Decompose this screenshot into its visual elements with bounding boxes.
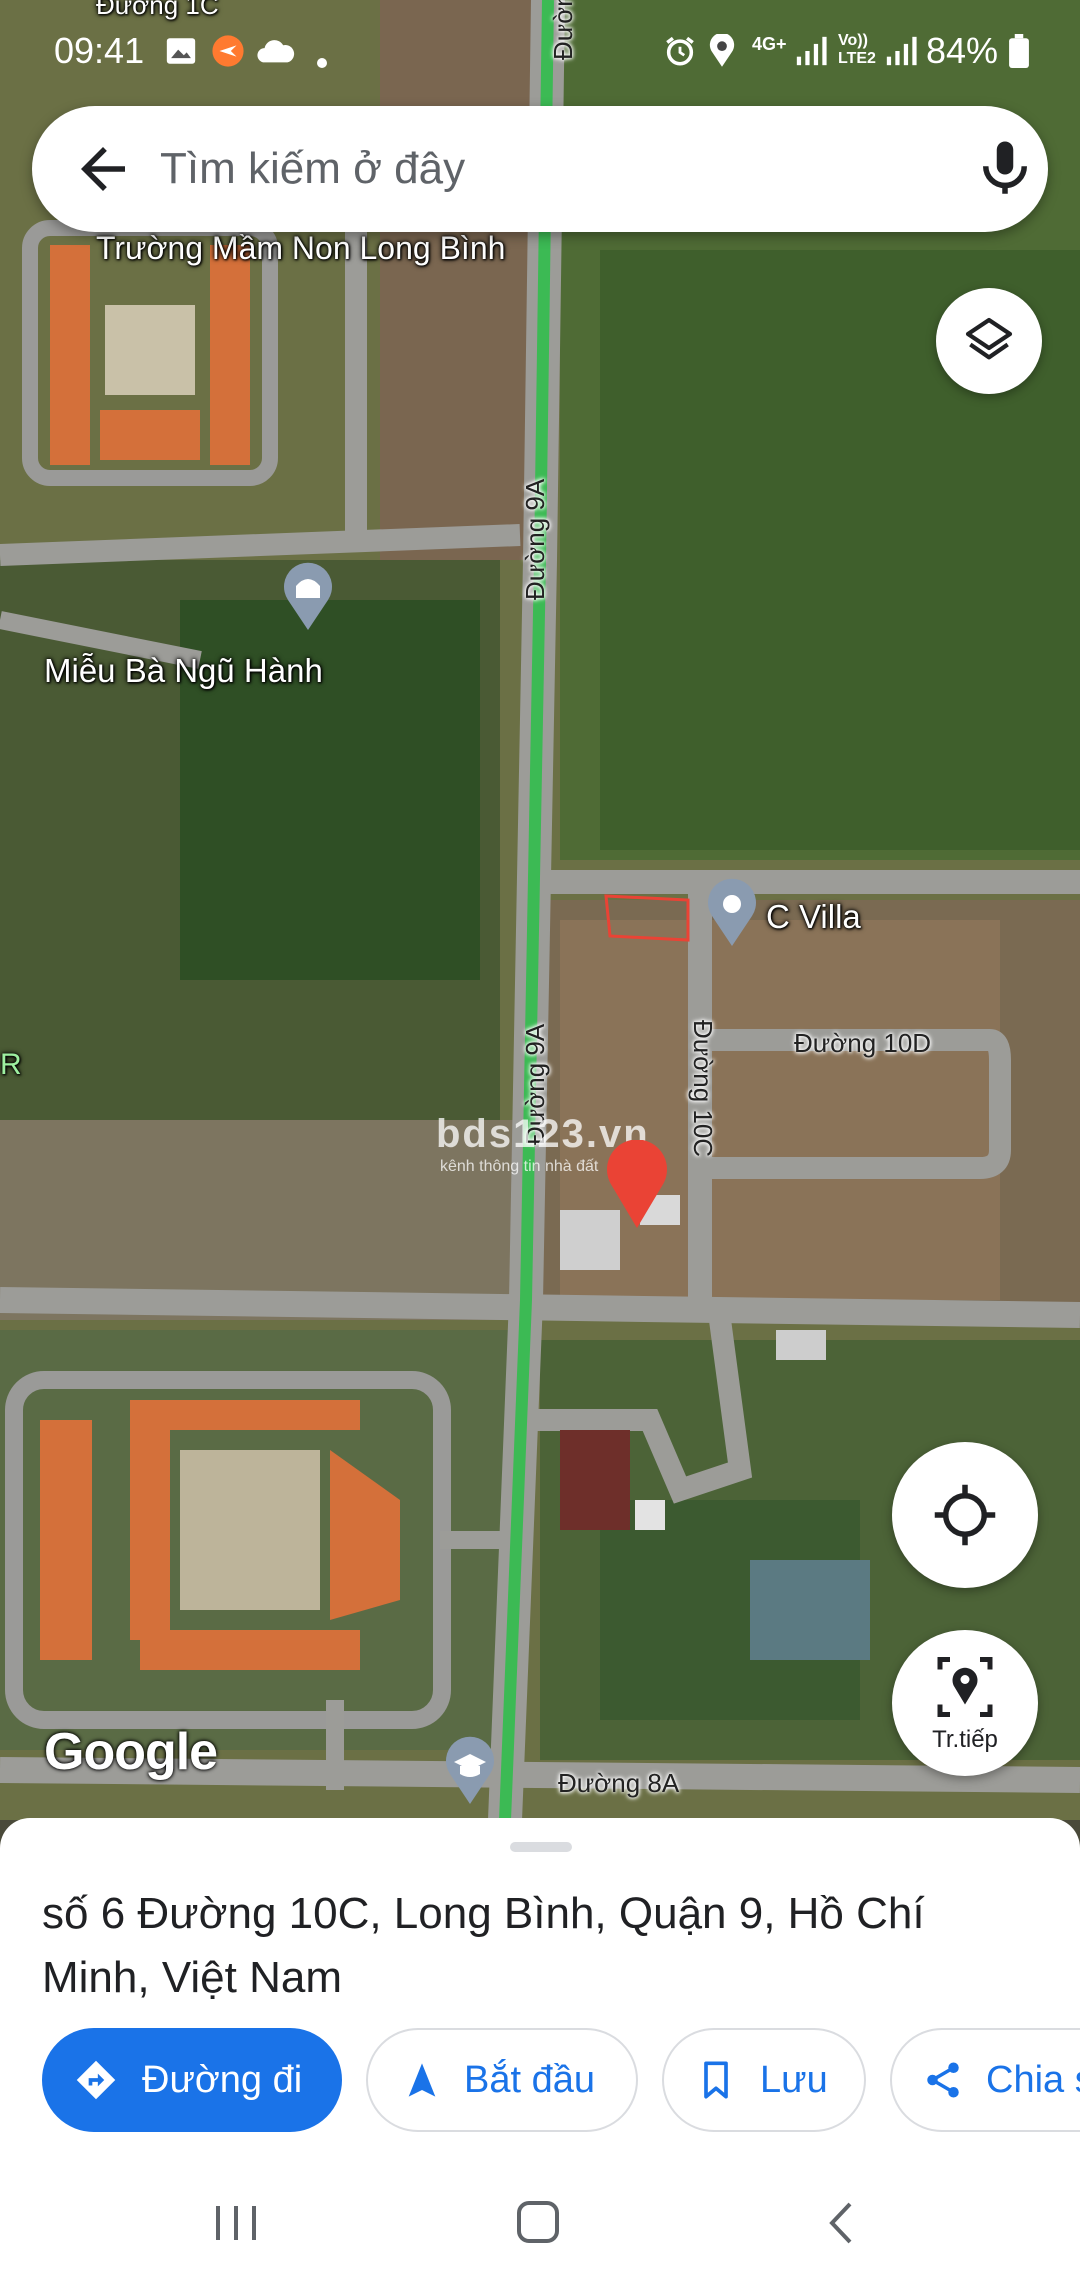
airline-app-icon xyxy=(212,35,244,67)
status-time: 09:41 xyxy=(54,30,145,71)
status-bar: 09:41 4G+ Vo)) LTE2 84% xyxy=(0,0,1080,100)
gallery-icon xyxy=(166,38,196,64)
share-label: Chia sẻ xyxy=(986,2058,1080,2101)
directions-label: Đường đi xyxy=(142,2058,303,2101)
place-address: số 6 Đường 10C, Long Bình, Quận 9, Hồ Ch… xyxy=(42,1889,925,2002)
cloud-icon xyxy=(257,40,295,63)
notification-dot-icon xyxy=(317,58,327,68)
map-label-kindergarten: Trường Mầm Non Long Bình xyxy=(96,228,505,268)
microphone-icon[interactable] xyxy=(972,136,1038,202)
battery-icon xyxy=(1009,34,1029,68)
alarm-icon xyxy=(666,36,694,66)
signal-strength-icon xyxy=(796,36,827,66)
location-icon xyxy=(709,34,735,67)
search-input[interactable] xyxy=(160,132,860,206)
road-label-10d: Đường 10D xyxy=(794,1028,932,1058)
start-label: Bắt đầu xyxy=(464,2058,595,2101)
layers-icon xyxy=(965,317,1013,360)
share-icon xyxy=(927,2062,959,2098)
share-button[interactable]: Chia sẻ xyxy=(890,2028,1080,2132)
navigation-arrow-icon xyxy=(408,2063,436,2097)
selected-location-pin-icon[interactable] xyxy=(602,1140,672,1230)
live-view-label: Tr.tiếp xyxy=(932,1726,998,1753)
search-bar[interactable] xyxy=(32,106,1048,232)
villa-pin-icon[interactable] xyxy=(704,878,760,948)
my-location-button[interactable] xyxy=(892,1442,1038,1588)
home-icon[interactable] xyxy=(514,2198,564,2248)
kindergarten-label-text: Trường Mầm Non Long Bình xyxy=(96,230,506,266)
road-label-10c: Đường 10C xyxy=(688,1020,718,1158)
sheet-drag-handle[interactable] xyxy=(510,1842,572,1852)
temple-pin-icon[interactable] xyxy=(280,562,336,632)
crosshair-icon xyxy=(934,1484,996,1546)
start-button[interactable]: Bắt đầu xyxy=(366,2028,638,2132)
recent-apps-icon[interactable] xyxy=(212,2202,262,2246)
volte-label: Vo)) LTE2 xyxy=(838,32,876,67)
road-label-9a-upper: Đường 9A xyxy=(520,478,550,600)
map-label-edge-r: R xyxy=(0,1048,22,1081)
signal-strength-2-icon xyxy=(886,36,917,66)
layers-button[interactable] xyxy=(936,288,1042,394)
back-arrow-icon[interactable] xyxy=(70,136,136,202)
network-type-label: 4G+ xyxy=(752,34,787,54)
back-icon[interactable] xyxy=(822,2198,862,2248)
map-label-villa: C Villa xyxy=(766,898,861,935)
save-button[interactable]: Lưu xyxy=(662,2028,866,2132)
bookmark-icon xyxy=(704,2061,728,2099)
live-view-button[interactable]: Tr.tiếp xyxy=(892,1630,1038,1776)
battery-percentage: 84% xyxy=(926,30,999,71)
school-pin-icon[interactable] xyxy=(442,1736,498,1806)
save-label: Lưu xyxy=(760,2058,828,2101)
directions-icon xyxy=(76,2060,116,2100)
system-navigation-bar xyxy=(0,2140,1080,2280)
place-navigation-icon xyxy=(937,1657,993,1717)
map-label-temple: Miễu Bà Ngũ Hành xyxy=(44,652,323,689)
road-label-8a: Đường 8A xyxy=(558,1768,680,1798)
directions-button[interactable]: Đường đi xyxy=(42,2028,342,2132)
watermark-subtitle: kênh thông tin nhà đất xyxy=(440,1158,599,1175)
google-logo: Google xyxy=(44,1723,218,1781)
